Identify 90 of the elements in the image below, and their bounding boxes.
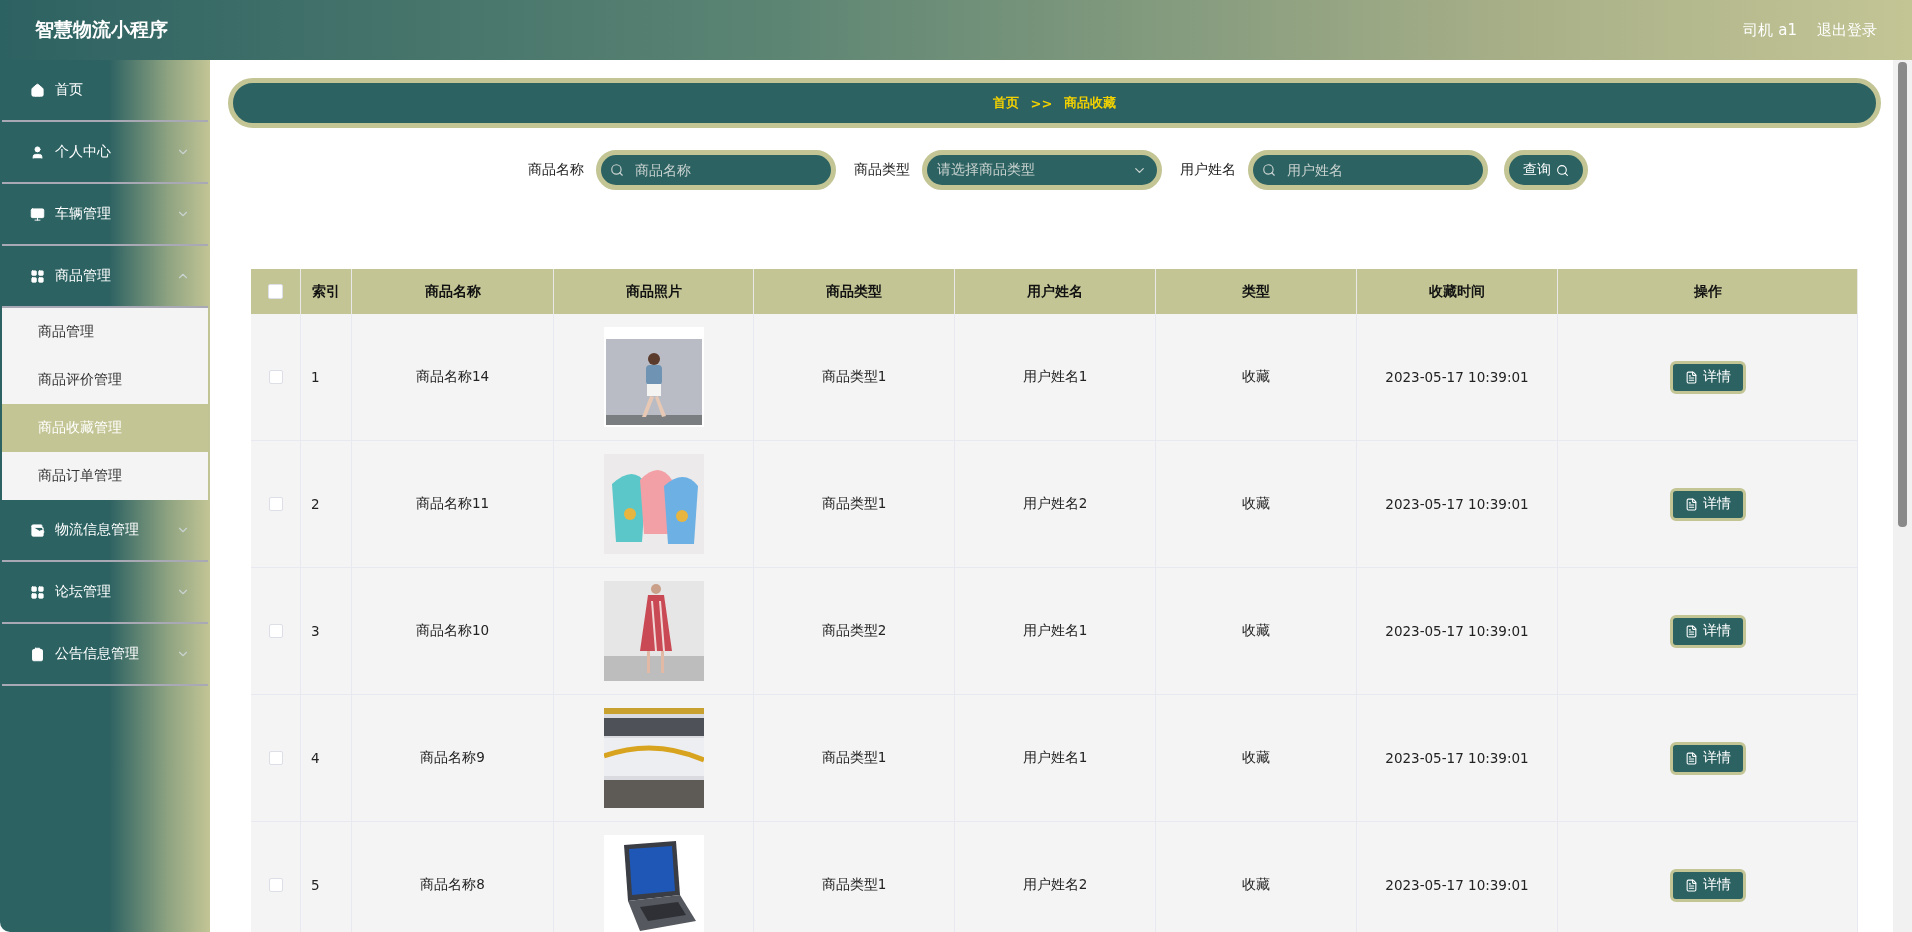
- detail-button[interactable]: 详情: [1669, 614, 1746, 648]
- table-cell: 收藏: [1156, 822, 1357, 932]
- column-header: 用户姓名: [955, 269, 1156, 314]
- field-label: 用户姓名: [1179, 161, 1236, 179]
- table-cell: 1: [301, 314, 352, 441]
- table-cell: 商品名称8: [352, 822, 554, 932]
- table-cell: 收藏: [1156, 568, 1357, 695]
- table-cell: 2023-05-17 10:39:01: [1357, 314, 1558, 441]
- table-cell: 商品名称11: [352, 441, 554, 568]
- table-cell: 商品名称14: [352, 314, 554, 441]
- column-header: 索引: [301, 269, 352, 314]
- row-checkbox[interactable]: [268, 370, 283, 384]
- row-checkbox[interactable]: [268, 878, 283, 892]
- menu-icon: [30, 206, 45, 222]
- search-icon: [1555, 163, 1569, 177]
- breadcrumb-current: 商品收藏: [1064, 94, 1117, 112]
- table-cell: 2023-05-17 10:39:01: [1357, 695, 1558, 822]
- table-cell: 商品名称10: [352, 568, 554, 695]
- menu-icon: [30, 268, 45, 284]
- document-icon: [1684, 497, 1698, 511]
- select-all-checkbox[interactable]: [268, 284, 283, 299]
- table-cell: 2023-05-17 10:39:01: [1357, 822, 1558, 932]
- table-cell: 收藏: [1156, 695, 1357, 822]
- row-checkbox[interactable]: [268, 624, 283, 638]
- table-cell: 2: [301, 441, 352, 568]
- app-title: 智慧物流小程序: [35, 17, 168, 42]
- menu-label: 论坛管理: [55, 583, 112, 601]
- table-cell: 商品类型1: [754, 822, 955, 932]
- table-cell: 3: [301, 568, 352, 695]
- table-cell: 2023-05-17 10:39:01: [1357, 568, 1558, 695]
- table-cell: 用户姓名2: [955, 822, 1156, 932]
- detail-button[interactable]: 详情: [1669, 868, 1746, 902]
- search-field[interactable]: 商品名称: [595, 150, 836, 190]
- menu-label: 公告信息管理: [55, 645, 140, 663]
- menu-icon: [30, 646, 45, 662]
- search-icon: [609, 163, 624, 177]
- table-cell: 用户姓名2: [955, 441, 1156, 568]
- detail-button[interactable]: 详情: [1669, 741, 1746, 775]
- document-icon: [1684, 624, 1698, 638]
- table-cell: 收藏: [1156, 441, 1357, 568]
- table-cell: 收藏: [1156, 314, 1357, 441]
- scrollbar[interactable]: [1893, 60, 1912, 932]
- breadcrumb-link[interactable]: 首页: [992, 94, 1019, 112]
- menu-label: 物流信息管理: [55, 521, 140, 539]
- menu-icon: [30, 82, 45, 98]
- menu-label: 车辆管理: [55, 205, 112, 223]
- query-button[interactable]: 查询: [1503, 150, 1588, 190]
- detail-button[interactable]: 详情: [1669, 487, 1746, 521]
- table-cell: 5: [301, 822, 352, 932]
- select-field[interactable]: 请选择商品类型: [921, 150, 1162, 190]
- column-header: 类型: [1156, 269, 1357, 314]
- breadcrumb-separator: >>: [1030, 95, 1053, 111]
- menu-icon: [30, 584, 45, 600]
- table-cell: 用户姓名1: [955, 314, 1156, 441]
- detail-button[interactable]: 详情: [1669, 360, 1746, 394]
- table-cell: 商品类型1: [754, 314, 955, 441]
- column-header: 商品类型: [754, 269, 955, 314]
- menu-item[interactable]: 公告信息管理: [2, 624, 208, 686]
- menu-item[interactable]: 车辆管理: [2, 184, 208, 246]
- menu-icon: [30, 522, 45, 538]
- search-icon: [1261, 163, 1276, 177]
- table-cell: 2023-05-17 10:39:01: [1357, 441, 1558, 568]
- table-cell: 商品类型1: [754, 695, 955, 822]
- table-cell: 用户姓名1: [955, 568, 1156, 695]
- column-header: 操作: [1558, 269, 1858, 314]
- field-label: 商品类型: [853, 161, 910, 179]
- column-header: 商品名称: [352, 269, 554, 314]
- menu-label: 首页: [55, 81, 84, 99]
- user-name: 司机 a1: [1743, 20, 1797, 40]
- column-header: 收藏时间: [1357, 269, 1558, 314]
- table-cell: 商品类型1: [754, 441, 955, 568]
- menu-item[interactable]: 首页: [2, 60, 208, 122]
- search-field[interactable]: 用户姓名: [1247, 150, 1488, 190]
- document-icon: [1684, 751, 1698, 765]
- table-cell: 4: [301, 695, 352, 822]
- table-cell: 商品名称9: [352, 695, 554, 822]
- column-header: 商品照片: [554, 269, 754, 314]
- table-cell: 商品类型2: [754, 568, 955, 695]
- field-label: 商品名称: [527, 161, 584, 179]
- menu-item[interactable]: 个人中心: [2, 122, 208, 184]
- menu-icon: [30, 144, 45, 160]
- menu-label: 个人中心: [55, 143, 112, 161]
- document-icon: [1684, 370, 1698, 384]
- table-cell: 用户姓名1: [955, 695, 1156, 822]
- row-checkbox[interactable]: [268, 751, 283, 765]
- menu-item[interactable]: 物流信息管理: [2, 500, 208, 562]
- menu-item[interactable]: 论坛管理: [2, 562, 208, 624]
- document-icon: [1684, 878, 1698, 892]
- menu-label: 商品管理: [55, 267, 112, 285]
- row-checkbox[interactable]: [268, 497, 283, 511]
